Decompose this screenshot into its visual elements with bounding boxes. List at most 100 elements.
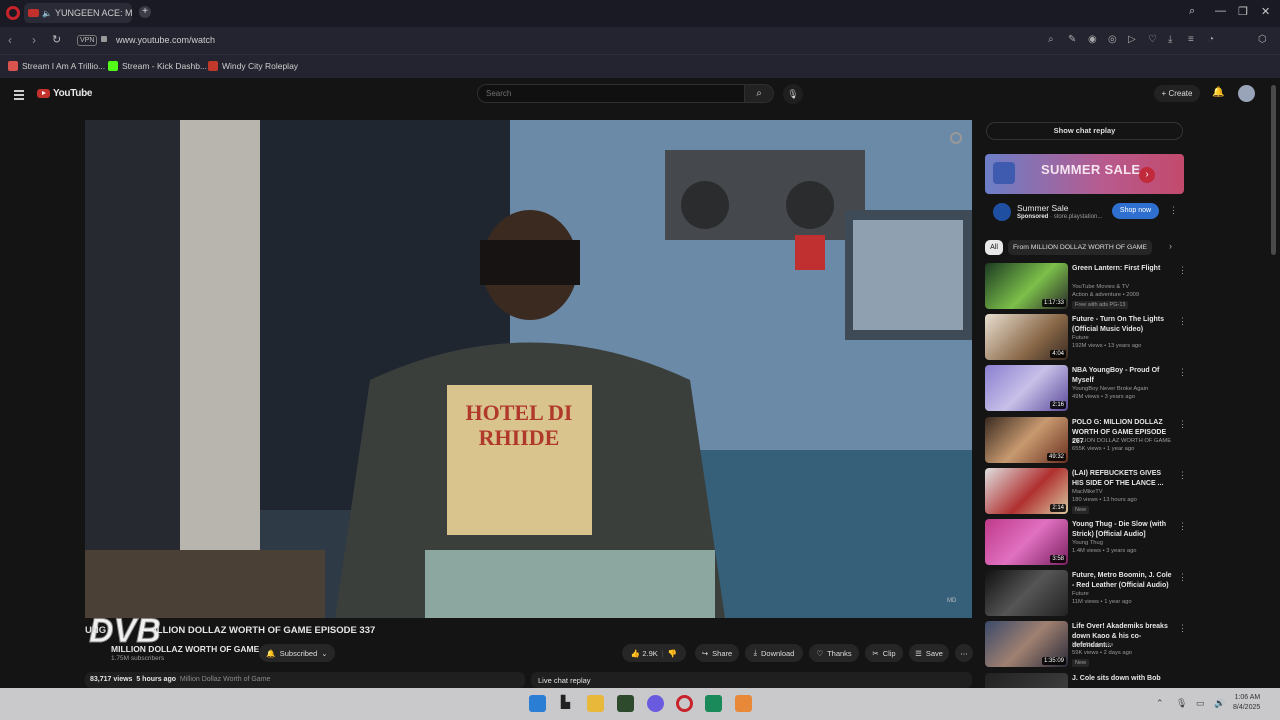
url-field[interactable]: www.youtube.com/watch [116,35,215,45]
recommendation-item[interactable]: Future, Metro Boomin, J. Cole - Red Leat… [985,570,1187,617]
ad-title[interactable]: Summer Sale [1017,203,1069,213]
video-thumbnail[interactable]: 1:35:09 [985,621,1068,667]
bookmark-item[interactable]: Windy City Roleplay [208,61,298,71]
chevron-right-icon[interactable]: › [1139,167,1155,183]
page-scrollbar[interactable] [1271,85,1276,255]
recommendation-channel[interactable]: YouTube Movies & TV [1072,284,1129,290]
live-chat-replay-header[interactable]: Live chat replay [531,672,972,688]
channel-name[interactable]: MILLION DOLLAZ WORTH OF GAME ✓ [111,644,269,655]
recommendation-channel[interactable]: Young Thug [1072,540,1103,546]
clip-button[interactable]: ✂ Clip [865,644,903,662]
heart-icon[interactable]: ♡ [1148,34,1157,45]
mic-icon[interactable]: 🎙 [1176,698,1187,709]
more-icon[interactable]: ⋮ [1178,470,1187,481]
volume-icon[interactable]: 🔊 [1214,698,1225,709]
bookmark-item[interactable]: Stream I Am A Trillio... [8,61,105,71]
file-explorer-icon[interactable] [587,695,604,712]
clock[interactable]: 1:06 AM 8/4/2025 [1233,693,1260,713]
share-button[interactable]: ↪ Share [695,644,739,662]
recommendation-title[interactable]: Green Lantern: First Flight [1072,264,1174,274]
recommendation-item[interactable]: 1:35:09 Life Over! Akademiks breaks down … [985,621,1187,668]
like-button[interactable]: 👍 2.9K [631,649,658,658]
more-icon[interactable]: ⋮ [1178,367,1187,378]
close-window-icon[interactable]: ✕ [1261,5,1270,18]
back-icon[interactable]: ‹ [8,33,12,47]
search-button[interactable]: ⌕ [745,84,774,103]
more-actions-button[interactable]: ⋯ [955,644,973,662]
extension-icon[interactable]: ⬡ [1258,34,1267,45]
dislike-button[interactable]: 👎 [668,649,677,658]
browser-tab[interactable]: 🔈 YUNGEEN ACE: MILLI × [24,3,132,23]
new-tab-button[interactable]: + [139,6,151,18]
show-chat-replay-button[interactable]: Show chat replay [986,122,1183,140]
menu-icon[interactable]: ≡ [1188,34,1194,45]
recommendation-channel[interactable]: MacMikeTV [1072,489,1103,495]
edit-icon[interactable]: ✎ [1068,34,1076,45]
youtube-logo[interactable]: YouTube [37,88,93,99]
video-thumbnail[interactable]: 1:17:33 [985,263,1068,309]
bookmark-item[interactable]: Stream - Kick Dashb... [108,61,207,71]
search-tabs-icon[interactable]: ⌕ [1189,5,1195,18]
camera-icon[interactable]: ◉ [1088,34,1097,45]
thanks-button[interactable]: ♡ Thanks [809,644,859,662]
recommendation-item[interactable]: 2:16 NBA YoungBoy - Proud Of Myself YoungB… [985,365,1187,412]
download-button[interactable]: ⤓ Download [745,644,803,662]
recommendation-item[interactable]: 49:32 POLO G: MILLION DOLLAZ WORTH OF GAM… [985,417,1187,464]
recommendation-title[interactable]: Future, Metro Boomin, J. Cole - Red Leat… [1072,571,1174,590]
recommendation-channel[interactable]: Future [1072,335,1089,341]
recommendation-title[interactable]: (LAI) REFBUCKETS GIVES HIS SIDE OF THE L… [1072,469,1174,488]
video-thumbnail[interactable]: 49:32 [985,417,1068,463]
more-icon[interactable]: ⋮ [1178,572,1187,583]
recommendation-channel[interactable]: King Akademiks [1072,642,1113,648]
vpn-badge[interactable]: VPN [77,35,98,46]
profile-icon[interactable]: ◔ [1208,34,1214,45]
start-icon[interactable] [529,695,546,712]
avatar[interactable] [1238,85,1255,102]
opera-icon[interactable] [676,695,693,712]
more-icon[interactable]: ⋮ [1178,316,1187,327]
recommendation-item[interactable]: 3:58 Young Thug - Die Slow (with Strick) … [985,519,1187,566]
download-icon[interactable]: ⤓ [1168,34,1172,45]
discord-icon[interactable] [647,695,664,712]
find-icon[interactable]: ⌕ [1048,34,1054,45]
chip-all[interactable]: All [985,240,1003,255]
recommendation-channel[interactable]: YoungBoy Never Broke Again [1072,386,1148,392]
app-icon[interactable] [705,695,722,712]
terminal-app-icon[interactable] [617,695,634,712]
lock-icon[interactable] [101,36,107,42]
search-input[interactable]: Search [477,84,745,103]
guide-menu-icon[interactable] [14,90,24,102]
create-button[interactable]: + Create [1154,85,1200,102]
forward-icon[interactable]: › [32,33,36,47]
save-button[interactable]: ☰ Save [909,644,949,662]
subscribed-button[interactable]: 🔔 Subscribed ⌄ [259,644,335,662]
more-icon[interactable]: ⋮ [1169,205,1178,216]
recommendation-item[interactable]: 2:14 (LAI) REFBUCKETS GIVES HIS SIDE OF T… [985,468,1187,515]
description-box[interactable]: 83,717 views 5 hours ago Million Dollaz … [85,672,525,688]
video-thumbnail[interactable]: 2:16 [985,365,1068,411]
video-thumbnail[interactable]: 4:04 [985,314,1068,360]
recommendation-title[interactable]: NBA YoungBoy - Proud Of Myself [1072,366,1174,385]
recommendation-title[interactable]: J. Cole sits down with Bob [1072,674,1174,684]
video-thumbnail[interactable]: 2:14 [985,468,1068,514]
task-view-icon[interactable]: ▙ [557,695,574,712]
maximize-icon[interactable]: ❐ [1238,5,1248,18]
recommendation-title[interactable]: Future - Turn On The Lights (Official Mu… [1072,315,1174,334]
video-player[interactable]: HOTEL DI RHIIDE [85,120,972,618]
more-icon[interactable]: ⋮ [1178,623,1187,634]
shield-icon[interactable]: ◎ [1108,34,1117,45]
chevron-right-icon[interactable]: › [1169,241,1172,251]
minimize-icon[interactable]: — [1215,5,1226,17]
reload-icon[interactable]: ↻ [52,33,61,46]
video-thumbnail[interactable]: 3:58 [985,519,1068,565]
recommendation-channel[interactable]: Future [1072,591,1089,597]
chevron-up-icon[interactable]: ⌃ [1156,698,1164,709]
play-icon[interactable]: ▷ [1128,34,1136,45]
notifications-icon[interactable]: 🔔 [1212,87,1224,98]
video-thumbnail[interactable] [985,570,1068,616]
recommendation-item[interactable]: 4:04 Future - Turn On The Lights (Officia… [985,314,1187,361]
recommendation-channel[interactable]: MILLION DOLLAZ WORTH OF GAME [1072,438,1171,444]
more-icon[interactable]: ⋮ [1178,521,1187,532]
recommendation-title[interactable]: Young Thug - Die Slow (with Strick) [Off… [1072,520,1174,539]
more-icon[interactable]: ⋮ [1178,419,1187,430]
